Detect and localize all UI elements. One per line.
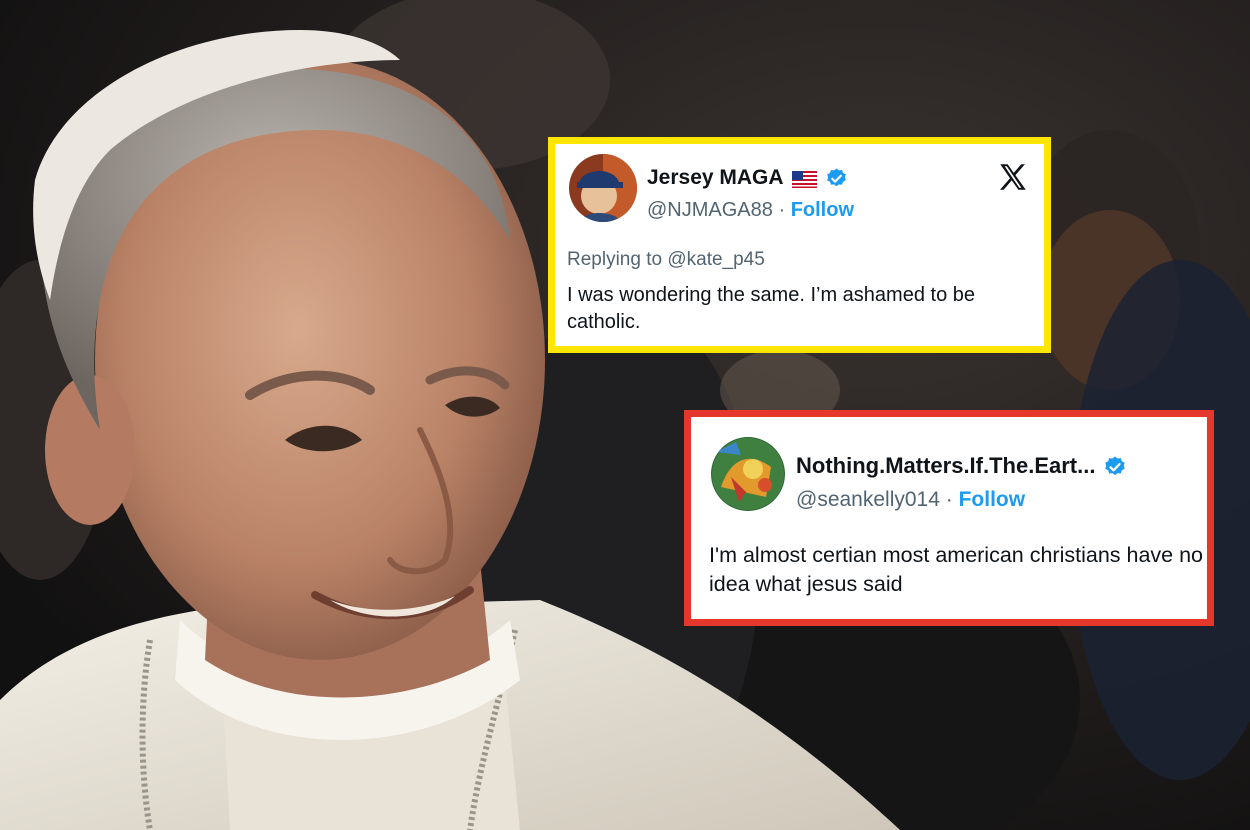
handle[interactable]: @seankelly014 — [796, 488, 940, 511]
avatar[interactable] — [711, 437, 785, 511]
follow-button[interactable]: Follow — [959, 488, 1026, 511]
tweet-card-seankelly: Nothing.Matters.If.The.Eart... @seankell… — [684, 410, 1214, 626]
tweet-card-jersey-maga: Jersey MAGA @NJMAGA88 · Follow Replying … — [548, 137, 1051, 353]
display-name[interactable]: Nothing.Matters.If.The.Eart... — [796, 453, 1095, 479]
follow-button[interactable]: Follow — [791, 199, 854, 221]
display-name-row: Nothing.Matters.If.The.Eart... — [796, 453, 1126, 479]
replying-to-line: Replying to @kate_p45 — [567, 249, 765, 271]
verified-badge-icon — [825, 167, 848, 190]
separator: · — [945, 488, 953, 511]
handle-row: @NJMAGA88 · Follow — [647, 199, 854, 222]
tweet-body: I'm almost certian most american christi… — [709, 543, 1204, 596]
x-logo-icon[interactable] — [996, 160, 1030, 194]
tweet-body: I was wondering the same. I’m ashamed to… — [567, 284, 975, 333]
verified-badge-icon — [1103, 455, 1126, 478]
replying-to-handle[interactable]: @kate_p45 — [667, 249, 764, 270]
handle[interactable]: @NJMAGA88 — [647, 199, 773, 221]
separator: · — [778, 199, 786, 221]
handle-row: @seankelly014 · Follow — [796, 488, 1025, 512]
us-flag-icon — [791, 170, 817, 188]
display-name-row: Jersey MAGA — [647, 166, 848, 190]
replying-prefix: Replying to — [567, 249, 663, 270]
avatar[interactable] — [569, 154, 637, 222]
display-name[interactable]: Jersey MAGA — [647, 166, 784, 190]
